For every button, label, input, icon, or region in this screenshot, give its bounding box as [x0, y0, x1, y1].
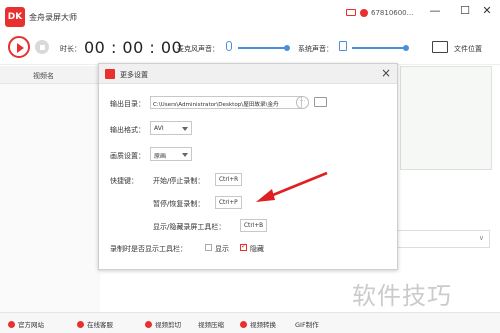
convert-icon [240, 321, 247, 328]
scissors-icon [145, 321, 152, 328]
official-site-link[interactable]: 官方网站 [8, 319, 44, 329]
arrow-head [256, 189, 275, 202]
watermark: 软件技巧 [352, 282, 452, 310]
chat-icon [77, 321, 84, 328]
bottom-bar: 官方网站 在线客服 视频剪切 视频压缩 视频转换 GIF制作 [0, 312, 500, 333]
home-icon [8, 321, 15, 328]
online-support-link[interactable]: 在线客服 [77, 319, 113, 329]
gif-maker-link[interactable]: GIF制作 [295, 319, 319, 329]
arrow-shaft [267, 171, 328, 199]
video-convert-link[interactable]: 视频转换 [240, 319, 276, 329]
video-cut-link[interactable]: 视频剪切 [145, 319, 181, 329]
video-compress-link[interactable]: 视频压缩 [198, 319, 224, 329]
